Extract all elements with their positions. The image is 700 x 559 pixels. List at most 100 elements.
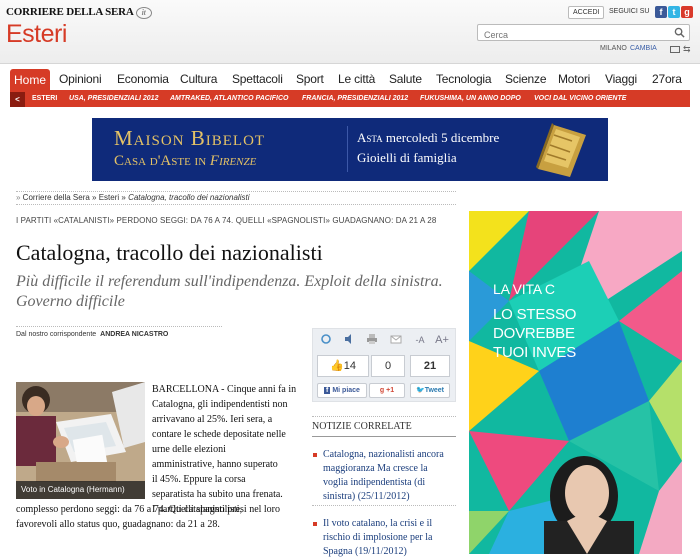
banner-event-b: mercoledì 5 dicembre [382,130,500,145]
facebook-like-count[interactable]: 👍14 [317,355,369,377]
related-line: maggioranza Ma cresce la [323,463,428,474]
nav-item-home[interactable]: Home [10,69,50,91]
subnav-item-francia[interactable]: FRANCIA, PRESIDENZIALI 2012 [302,95,408,102]
ad-banner-maison-bibelot[interactable]: Maison Bibelot Casa d'Aste in Firenze As… [92,118,608,181]
change-city-link[interactable]: CAMBIA [630,45,657,52]
ad-background-pattern [469,211,682,554]
banner-divider [347,126,348,172]
login-button[interactable]: ACCEDI [568,6,605,19]
nav-item-sport[interactable]: Sport [296,72,324,86]
site-logo[interactable]: CORRIERE DELLA SERA it [6,6,152,19]
related-line: Catalogna, nazionalisti ancora [323,449,444,460]
thumb-icon: 👍 [330,360,344,372]
googleplus-icon[interactable]: g [681,6,693,18]
nav-item-salute[interactable]: Salute [389,72,422,86]
email-icon[interactable] [389,333,403,347]
breadcrumb-current: Catalogna, tracollo dei nazionalisti [128,193,250,202]
breadcrumb-arrow: » [16,193,23,202]
facebook-like-button[interactable]: f Mi piace [317,383,367,398]
divider [312,505,456,506]
related-line: sinistra) (25/11/2012) [323,491,410,502]
ad-line: DOVREBBE [493,325,575,342]
nav-item-cultura[interactable]: Cultura [180,72,217,86]
article-subhead: Più difficile il referendum sull'indipen… [16,273,443,310]
banner-subtitle-a: Casa d'Aste in [114,153,210,169]
banner-subtitle-b: Firenze [209,153,257,169]
subnav-back-button[interactable]: < [10,92,25,107]
breadcrumb-item[interactable]: Corriere della Sera [23,193,90,202]
body-line: il 45%. Eppure la corsa [152,474,246,485]
like-label: Mi piace [332,387,360,394]
googleplus-icon: g [379,387,385,394]
logo-mark: it [135,7,152,19]
nav-item-27ora[interactable]: 27ora [652,72,682,86]
subnav-item-fukushima[interactable]: FUKUSHIMA, UN ANNO DOPO [420,95,521,102]
body-line: separatista ha subito una frenata. [152,489,283,500]
pin-icon[interactable] [319,333,333,347]
subnav-item-esteri[interactable]: ESTERI [32,95,57,102]
search-box[interactable] [477,24,690,43]
share-tools: -A A+ 👍14 0 21 f Mi piace g +1 🐦Tweet [312,328,456,402]
body-line: BARCELLONA - Cinque anni fa in [152,384,297,395]
like-count: 14 [343,360,356,372]
body-line: complesso perdono seggi: da 76 a 74. Que… [16,504,243,515]
nav-item-scienze[interactable]: Scienze [505,72,546,86]
logo-text: CORRIERE DELLA SERA [6,6,134,18]
nav-item-motori[interactable]: Motori [558,72,590,86]
breadcrumb-item[interactable]: Esteri [99,193,119,202]
banner-title: Maison Bibelot [114,126,266,150]
tweet-label: Tweet [424,387,445,394]
correspondent-name: ANDREA NICASTRO [100,331,169,338]
side-ad[interactable]: LA VITA C LO STESSO DOVREBBE TUOI INVES [469,211,682,554]
font-increase-button[interactable]: A+ [433,333,451,347]
article-body-column: BARCELLONA - Cinque anni fa in Catalogna… [152,382,300,517]
mail-icon[interactable] [670,46,680,53]
facebook-icon[interactable]: f [655,6,667,18]
subnav-item-usa[interactable]: USA, PRESIDENZIALI 2012 [69,95,158,102]
correspondent-label: Dal nostro corrispondente [16,331,97,338]
banner-subtitle: Casa d'Aste in Firenze [114,153,256,170]
tweet-button[interactable]: 🐦Tweet [410,383,450,398]
body-line: amministrative, hanno superato [152,459,278,470]
article-body-full: complesso perdono seggi: da 76 a 74. Que… [16,502,306,532]
ad-line: TUOI INVES [493,344,577,361]
related-line: Il voto catalano, la crisi e il [323,518,433,529]
subnav-item-amtraked[interactable]: AMTRAKED, ATLANTICO PACIFICO [170,95,288,102]
twitter-icon[interactable]: t [668,6,680,18]
related-line: Spagna (19/11/2012) [323,546,407,557]
article-kicker: I PARTITI «CATALANISTI» PERDONO SEGGI: D… [16,216,437,225]
breadcrumb: » Corriere della Sera » Esteri » Catalog… [16,191,456,205]
correspondent-line: Dal nostro corrispondente ANDREA NICASTRO [16,331,168,338]
related-news-item[interactable]: Il voto catalano, la crisi e il rischio … [312,517,456,559]
banner-event-a: Asta [357,130,383,145]
share-count: 0 [371,355,405,377]
main-nav: Home Opinioni Economia Cultura Spettacol… [10,69,690,92]
body-line: contare le schede depositate nelle [152,429,286,440]
font-decrease-button[interactable]: -A [411,333,429,347]
nav-item-economia[interactable]: Economia [117,72,169,86]
nav-item-tecnologia[interactable]: Tecnologia [436,72,492,86]
nav-item-viaggi[interactable]: Viaggi [605,72,637,86]
divider [16,326,222,327]
twitter-icon: 🐦 [415,387,425,394]
googleplus-button[interactable]: g +1 [369,383,405,398]
related-news-title: NOTIZIE CORRELATE [312,416,456,437]
search-icon[interactable] [674,27,685,38]
gold-book-image [536,123,586,177]
audio-icon[interactable] [342,333,356,347]
print-icon[interactable] [365,333,379,347]
article-headline: Catalogna, tracollo dei nazionalisti [16,240,323,265]
related-news-item[interactable]: Catalogna, nazionalisti ancora maggioran… [312,448,456,504]
search-input[interactable] [478,27,668,43]
photo-caption: Voto in Catalogna (Hermann) [16,481,145,499]
nav-item-opinioni[interactable]: Opinioni [59,72,102,86]
article-photo[interactable]: Voto in Catalogna (Hermann) [16,382,145,499]
share-icon[interactable]: ⇆ [683,45,692,54]
subnav-item-voci[interactable]: VOCI DAL VICINO ORIENTE [534,95,626,102]
nav-item-le-citta[interactable]: Le città [338,72,375,86]
nav-item-spettacoli[interactable]: Spettacoli [232,72,283,86]
follow-label: SEGUICI SU [609,8,650,15]
site-header: CORRIERE DELLA SERA it Esteri ACCEDI SEGU… [0,0,700,64]
related-line: rischio di implosione per la [323,532,433,543]
tweet-count: 21 [410,355,450,377]
